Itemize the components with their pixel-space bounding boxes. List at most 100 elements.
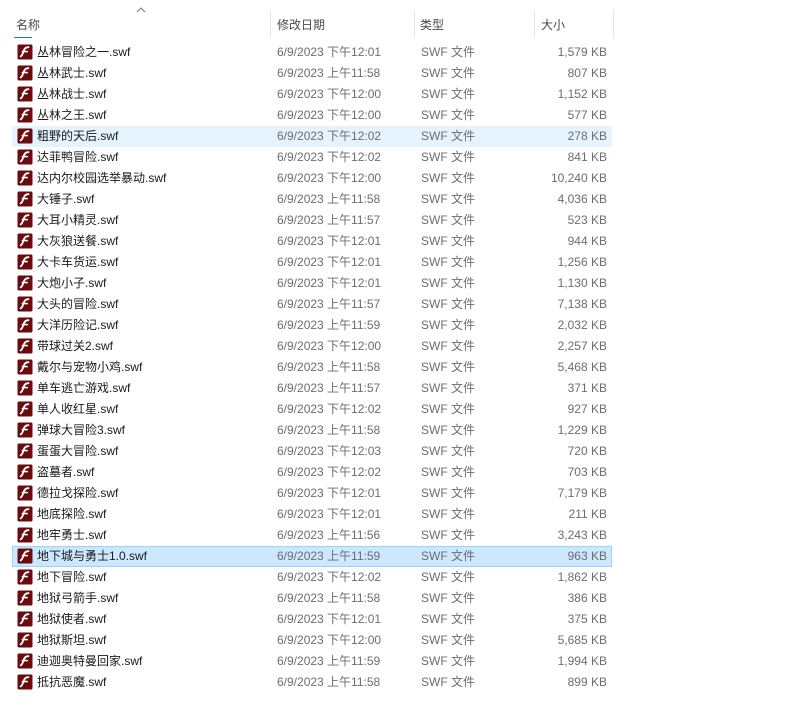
file-row[interactable]: 德拉戈探险.swf 6/9/2023 下午12:01 SWF 文件 7,179 KB (0, 483, 788, 504)
file-type: SWF 文件 (421, 654, 475, 668)
file-row[interactable]: 大耳小精灵.swf 6/9/2023 上午11:57 SWF 文件 523 KB (0, 210, 788, 231)
file-row[interactable]: 丛林冒险之一.swf 6/9/2023 下午12:01 SWF 文件 1,579 KB (0, 42, 788, 63)
file-date-modified: 6/9/2023 上午11:59 (277, 654, 381, 668)
file-row[interactable]: 地狱斯坦.swf 6/9/2023 下午12:00 SWF 文件 5,685 KB (0, 630, 788, 651)
file-size: 7,138 KB (557, 297, 607, 311)
file-row[interactable]: 达菲鸭冒险.swf 6/9/2023 下午12:02 SWF 文件 841 KB (0, 147, 788, 168)
flash-swf-file-icon (17, 443, 33, 459)
file-row[interactable]: 地狱使者.swf 6/9/2023 下午12:01 SWF 文件 375 KB (0, 609, 788, 630)
file-type: SWF 文件 (421, 444, 475, 458)
file-name: 带球过关2.swf (37, 339, 114, 353)
flash-swf-file-icon (17, 401, 33, 417)
file-type: SWF 文件 (421, 360, 475, 374)
file-name: 粗野的天后.swf (37, 129, 119, 143)
file-name: 丛林冒险之一.swf (37, 45, 131, 59)
file-size: 720 KB (567, 444, 607, 458)
file-row[interactable]: 带球过关2.swf 6/9/2023 下午12:00 SWF 文件 2,257 KB (0, 336, 788, 357)
flash-swf-file-icon (17, 128, 33, 144)
file-size: 2,257 KB (557, 339, 607, 353)
column-divider[interactable] (270, 10, 271, 38)
file-name: 地狱斯坦.swf (37, 633, 107, 647)
file-type: SWF 文件 (421, 87, 475, 101)
file-type: SWF 文件 (421, 591, 475, 605)
file-size: 1,994 KB (557, 654, 607, 668)
file-type: SWF 文件 (421, 171, 475, 185)
flash-swf-file-icon (17, 65, 33, 81)
file-row[interactable]: 地牢勇士.swf 6/9/2023 上午11:56 SWF 文件 3,243 KB (0, 525, 788, 546)
file-type: SWF 文件 (421, 318, 475, 332)
file-name: 地牢勇士.swf (37, 528, 107, 542)
flash-swf-file-icon (17, 170, 33, 186)
file-row[interactable]: 大灰狼送餐.swf 6/9/2023 下午12:01 SWF 文件 944 KB (0, 231, 788, 252)
flash-swf-file-icon (17, 191, 33, 207)
file-row[interactable]: 地底探险.swf 6/9/2023 下午12:01 SWF 文件 211 KB (0, 504, 788, 525)
file-date-modified: 6/9/2023 上午11:56 (277, 528, 381, 542)
file-name: 丛林武士.swf (37, 66, 107, 80)
file-row[interactable]: 地下冒险.swf 6/9/2023 下午12:02 SWF 文件 1,862 KB (0, 567, 788, 588)
file-type: SWF 文件 (421, 402, 475, 416)
column-divider[interactable] (414, 10, 415, 38)
file-size: 278 KB (567, 129, 607, 143)
file-row[interactable]: 大炮小子.swf 6/9/2023 下午12:01 SWF 文件 1,130 KB (0, 273, 788, 294)
file-row[interactable]: 丛林之王.swf 6/9/2023 下午12:00 SWF 文件 577 KB (0, 105, 788, 126)
file-name: 大炮小子.swf (37, 276, 107, 290)
file-size: 371 KB (567, 381, 607, 395)
file-size: 841 KB (567, 150, 607, 164)
file-row[interactable]: 大锤子.swf 6/9/2023 上午11:58 SWF 文件 4,036 KB (0, 189, 788, 210)
flash-swf-file-icon (17, 674, 33, 690)
file-type: SWF 文件 (421, 234, 475, 248)
file-size: 523 KB (567, 213, 607, 227)
file-name: 地狱使者.swf (37, 612, 107, 626)
file-size: 2,032 KB (557, 318, 607, 332)
file-size: 1,862 KB (557, 570, 607, 584)
file-name: 达内尔校园选举暴动.swf (37, 171, 167, 185)
file-name: 大头的冒险.swf (37, 297, 119, 311)
flash-swf-file-icon (17, 548, 33, 564)
file-row[interactable]: 迪迦奥特曼回家.swf 6/9/2023 上午11:59 SWF 文件 1,994 K… (0, 651, 788, 672)
file-row[interactable]: 抵抗恶魔.swf 6/9/2023 上午11:58 SWF 文件 899 KB (0, 672, 788, 693)
column-header-size-label: 大小 (541, 17, 566, 32)
file-row[interactable]: 粗野的天后.swf 6/9/2023 下午12:02 SWF 文件 278 KB (0, 126, 788, 147)
file-date-modified: 6/9/2023 下午12:01 (277, 276, 382, 290)
file-type: SWF 文件 (421, 486, 475, 500)
file-row[interactable]: 蛋蛋大冒险.swf 6/9/2023 下午12:03 SWF 文件 720 KB (0, 441, 788, 462)
file-row[interactable]: 地下城与勇士1.0.swf 6/9/2023 上午11:59 SWF 文件 963 K… (0, 546, 788, 567)
file-row[interactable]: 戴尔与宠物小鸡.swf 6/9/2023 上午11:58 SWF 文件 5,468 K… (0, 357, 788, 378)
flash-swf-file-icon (17, 44, 33, 60)
file-name: 大洋历险记.swf (37, 318, 119, 332)
file-row[interactable]: 大头的冒险.swf 6/9/2023 上午11:57 SWF 文件 7,138 KB (0, 294, 788, 315)
column-divider[interactable] (534, 10, 535, 38)
column-header-type-label: 类型 (420, 17, 445, 32)
file-type: SWF 文件 (421, 45, 475, 59)
file-date-modified: 6/9/2023 上午11:59 (277, 549, 381, 563)
file-date-modified: 6/9/2023 下午12:01 (277, 234, 382, 248)
file-row[interactable]: 单人收红星.swf 6/9/2023 下午12:02 SWF 文件 927 KB (0, 399, 788, 420)
file-row[interactable]: 大卡车货运.swf 6/9/2023 下午12:01 SWF 文件 1,256 KB (0, 252, 788, 273)
column-header-size[interactable]: 大小 (537, 10, 613, 38)
file-row[interactable]: 盗墓者.swf 6/9/2023 下午12:02 SWF 文件 703 KB (0, 462, 788, 483)
file-name: 地下冒险.swf (37, 570, 107, 584)
column-divider[interactable] (613, 10, 614, 38)
file-date-modified: 6/9/2023 上午11:58 (277, 423, 381, 437)
column-header-name[interactable]: 名称 (12, 10, 270, 38)
file-size: 386 KB (567, 591, 607, 605)
file-row[interactable]: 丛林武士.swf 6/9/2023 上午11:58 SWF 文件 807 KB (0, 63, 788, 84)
file-date-modified: 6/9/2023 上午11:57 (277, 297, 381, 311)
file-date-modified: 6/9/2023 上午11:58 (277, 192, 381, 206)
column-header-date-label: 修改日期 (277, 17, 326, 32)
file-row[interactable]: 单车逃亡游戏.swf 6/9/2023 上午11:57 SWF 文件 371 KB (0, 378, 788, 399)
file-size: 577 KB (567, 108, 607, 122)
flash-swf-file-icon (17, 212, 33, 228)
flash-swf-file-icon (17, 296, 33, 312)
file-date-modified: 6/9/2023 下午12:00 (277, 171, 382, 185)
file-name: 戴尔与宠物小鸡.swf (37, 360, 143, 374)
column-header-date-modified[interactable]: 修改日期 (273, 10, 414, 38)
file-type: SWF 文件 (421, 129, 475, 143)
file-row[interactable]: 丛林战士.swf 6/9/2023 下午12:00 SWF 文件 1,152 KB (0, 84, 788, 105)
file-row[interactable]: 地狱弓箭手.swf 6/9/2023 上午11:58 SWF 文件 386 KB (0, 588, 788, 609)
file-date-modified: 6/9/2023 下午12:02 (277, 402, 382, 416)
file-row[interactable]: 达内尔校园选举暴动.swf 6/9/2023 下午12:00 SWF 文件 10,24… (0, 168, 788, 189)
file-row[interactable]: 弹球大冒险3.swf 6/9/2023 上午11:58 SWF 文件 1,229 KB (0, 420, 788, 441)
file-row[interactable]: 大洋历险记.swf 6/9/2023 上午11:59 SWF 文件 2,032 KB (0, 315, 788, 336)
column-header-type[interactable]: 类型 (416, 10, 534, 38)
